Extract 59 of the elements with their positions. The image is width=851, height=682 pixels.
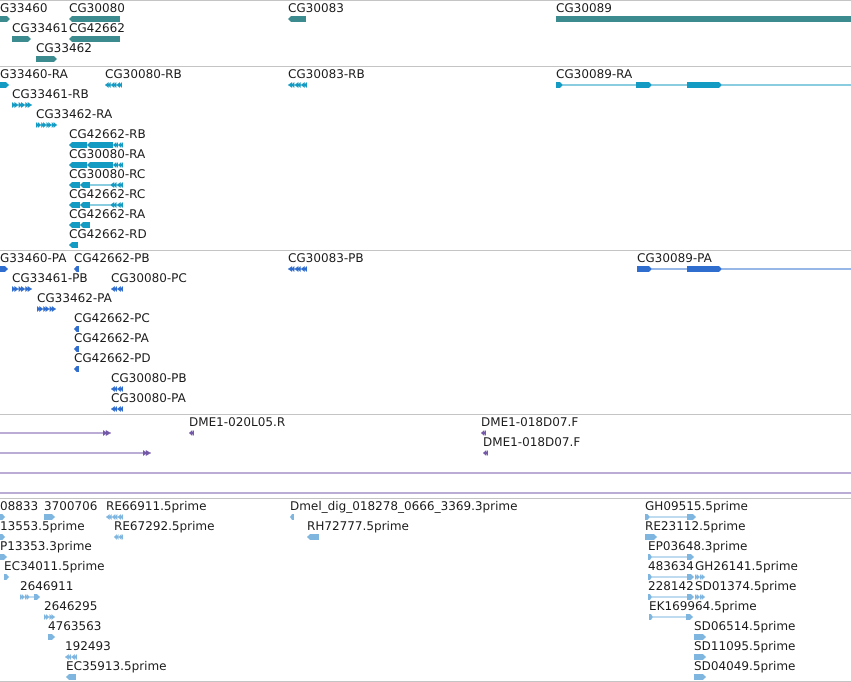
feature-label: 4763563: [48, 619, 102, 633]
feature-label: CG42662-PC: [74, 311, 150, 325]
feature-label: SD11095.5prime: [694, 639, 796, 653]
feature-label: CG30083-PB: [288, 251, 364, 265]
feature-label: GH26141.5prime: [695, 559, 798, 573]
feature-label: 2646911: [20, 579, 74, 593]
feature-label: CG42662-PB: [74, 251, 150, 265]
feature-label: 3700706: [44, 499, 98, 513]
feature-label: CG30080-PC: [111, 271, 187, 285]
feature-label: EC34011.5prime: [4, 559, 105, 573]
feature-label: EP03648.3prime: [648, 539, 748, 553]
feature-label: 08833: [0, 499, 38, 513]
feature-label: G33460-PA: [0, 251, 66, 265]
feature-label: CG30083: [288, 1, 344, 15]
feature-label: Dmel_dig_018278_0666_3369.3prime: [290, 499, 518, 513]
feature-label: RH72777.5prime: [307, 519, 409, 533]
feature-label: CG30080-RA: [69, 147, 146, 161]
feature-label: CG42662-RA: [69, 207, 146, 221]
feature-label: 192493: [65, 639, 111, 653]
feature-label: 13553.5prime: [0, 519, 85, 533]
feature-label: CG42662: [69, 21, 125, 35]
feature-label: 228142: [648, 579, 694, 593]
feature-label: CG42662-RD: [69, 227, 147, 241]
feature-label: CG33461: [12, 21, 68, 35]
feature-label: RE23112.5prime: [645, 519, 746, 533]
feature-label: CG30080-PB: [111, 371, 187, 385]
feature-label: CG30083-RB: [288, 67, 365, 81]
feature-label: GH09515.5prime: [645, 499, 748, 513]
feature-label: CG30080-PA: [111, 391, 186, 405]
feature-label: DME1-018D07.F: [483, 435, 580, 449]
feature-label: DME1-020L05.R: [189, 415, 286, 429]
feature-label: G33460-RA: [0, 67, 68, 81]
feature-label: EC35913.5prime: [66, 659, 167, 673]
feature-label: RE66911.5prime: [106, 499, 206, 513]
feature-label: CG30089-PA: [637, 251, 712, 265]
feature-label: CG30089-RA: [556, 67, 632, 81]
feature-label: 483634: [648, 559, 694, 573]
feature-label: CG33461-RB: [12, 87, 89, 101]
feature-label: 2646295: [44, 599, 98, 613]
feature-label: P13353.3prime: [0, 539, 92, 553]
feature-label: CG30080: [69, 1, 125, 15]
feature-label: RE67292.5prime: [114, 519, 214, 533]
feature-label: DME1-018D07.F: [481, 415, 578, 429]
feature-label: CG42662-PA: [74, 331, 149, 345]
feature-label: CG42662-PD: [74, 351, 151, 365]
feature-label: G33460: [0, 1, 48, 15]
feature-label: CG33461-PB: [12, 271, 88, 285]
feature-label: SD01374.5prime: [695, 579, 796, 593]
feature-label: CG42662-RC: [69, 187, 146, 201]
feature-label: SD04049.5prime: [694, 659, 796, 673]
feature-label: CG33462: [36, 41, 92, 55]
feature-label: CG30080-RB: [105, 67, 182, 81]
feature-label: EK169964.5prime: [649, 599, 757, 613]
feature-label: CG30089: [556, 1, 612, 15]
feature-label: CG42662-RB: [69, 127, 146, 141]
feature-label: CG30080-RC: [69, 167, 146, 181]
feature-label: CG33462-PA: [37, 291, 112, 305]
feature-label: SD06514.5prime: [694, 619, 796, 633]
feature-label: CG33462-RA: [36, 107, 112, 121]
